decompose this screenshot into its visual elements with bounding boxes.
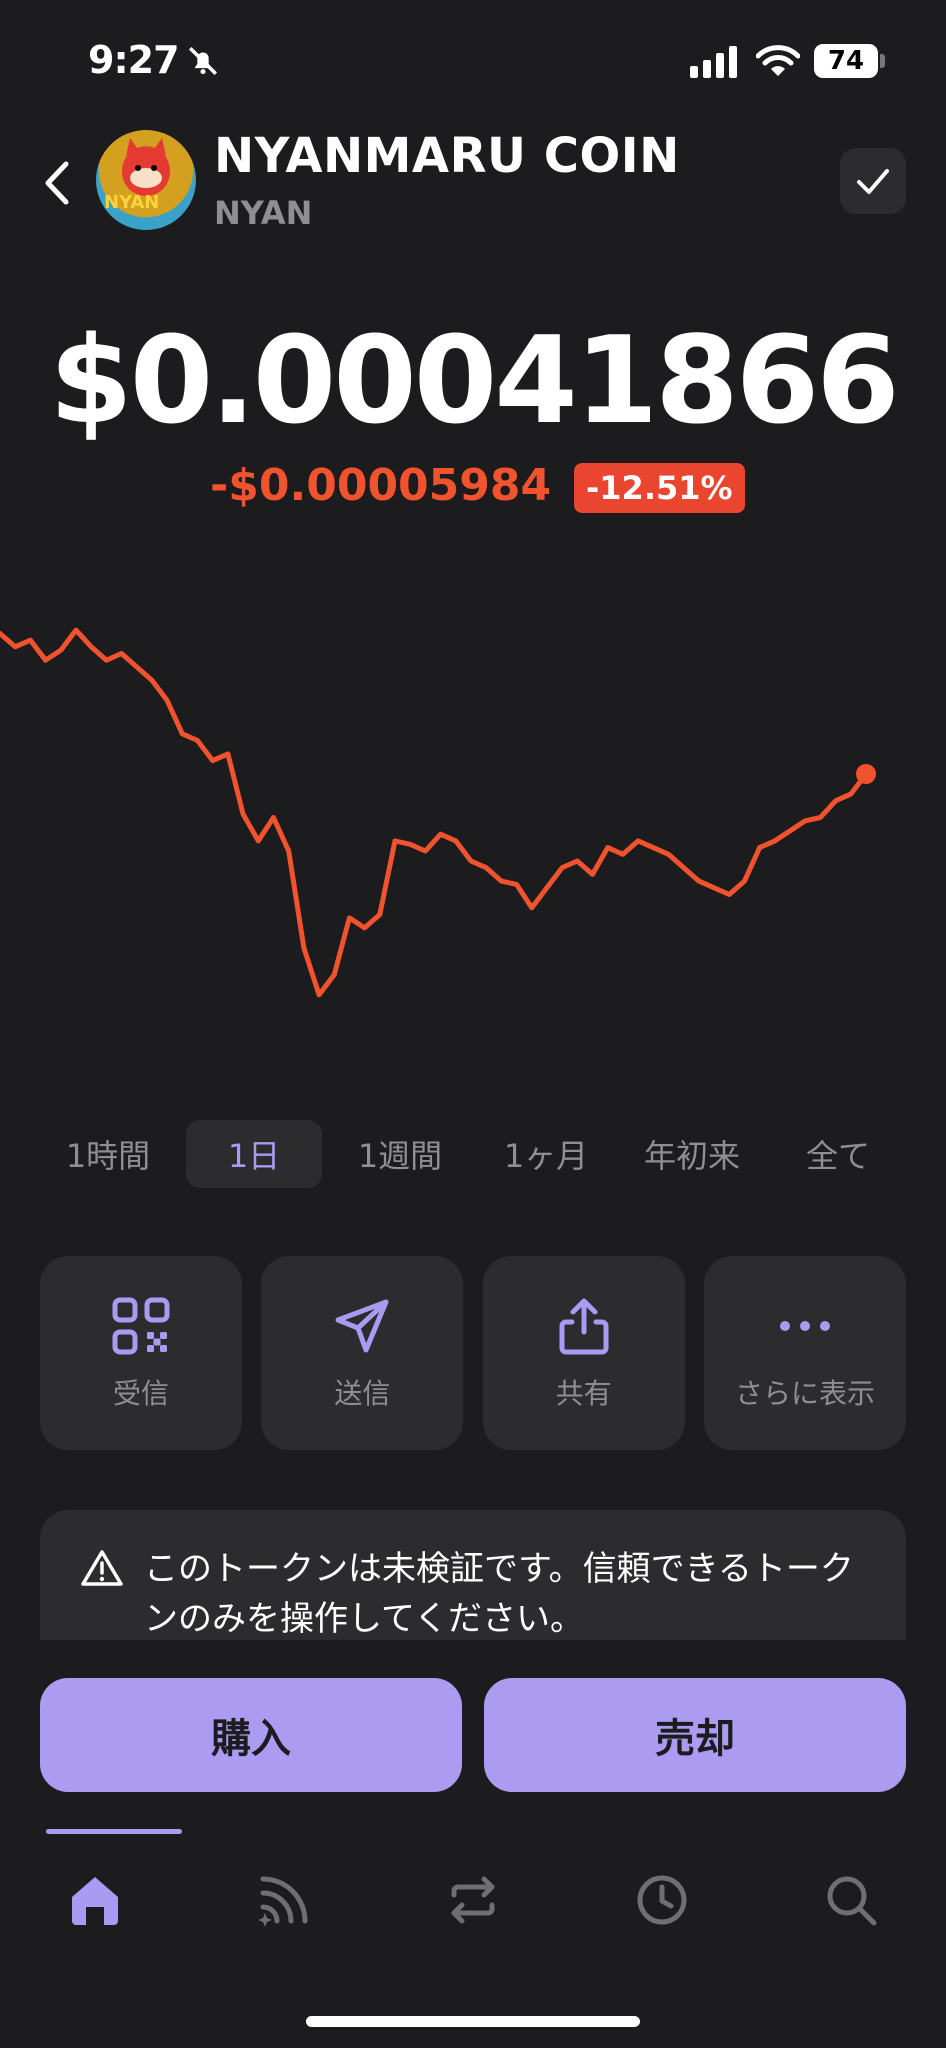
range-1h[interactable]: 1時間 [40,1120,176,1188]
range-1w[interactable]: 1週間 [332,1120,468,1188]
watchlist-check-button[interactable] [840,148,906,214]
battery-indicator: 74 [814,44,878,78]
home-indicator [306,2016,640,2027]
bottom-tab-bar [0,1860,946,1940]
tab-home[interactable] [55,1860,135,1940]
clock-icon [637,1875,687,1925]
active-tab-indicator [46,1829,182,1834]
token-name: NYANMARU COIN [214,128,680,184]
buy-button[interactable]: 購入 [40,1678,462,1792]
send-button[interactable]: 送信 [261,1256,464,1450]
range-1m[interactable]: 1ヶ月 [478,1120,614,1188]
bell-muted-icon [188,46,218,76]
tab-feed[interactable] [244,1860,324,1940]
check-icon [857,169,889,194]
range-all[interactable]: 全て [770,1120,906,1188]
status-time: 9:27 [88,38,180,82]
back-chevron-icon[interactable] [40,158,74,208]
range-1d[interactable]: 1日 [186,1120,322,1188]
trade-buttons: 購入 売却 [40,1678,906,1792]
price-change: -$0.00005984 [210,460,552,511]
token-avatar [96,130,196,230]
warning-text: このトークンは未検証です。信頼できるトークンのみを操作してください。 [144,1549,854,1639]
receive-label: 受信 [112,1377,169,1410]
token-price: $0.00041866 [49,312,900,451]
price-chart[interactable] [0,580,946,1050]
tab-swap[interactable] [433,1860,513,1940]
receive-button[interactable]: 受信 [40,1256,242,1450]
more-dots-icon [779,1321,830,1331]
swap-arrows-icon [451,1876,495,1924]
cat-mascot-icon [122,138,170,196]
send-paper-plane-icon [335,1299,389,1353]
feed-sparkle-icon [257,1876,308,1927]
qr-code-icon [112,1297,170,1355]
share-button[interactable]: 共有 [482,1256,685,1450]
price-series-line [0,627,869,998]
send-label: 送信 [334,1377,391,1410]
warning-triangle-icon [81,1550,123,1586]
share-icon [559,1298,609,1355]
more-label: さらに表示 [734,1377,875,1410]
token-symbol: NYAN [214,194,313,232]
sell-button[interactable]: 売却 [484,1678,906,1792]
signal-icon [690,46,737,78]
action-row: 受信 送信 共有 さらに表示 [40,1256,906,1450]
current-price-point [856,764,876,784]
unverified-token-warning: このトークンは未検証です。信頼できるトークンのみを操作してください。 [40,1510,906,1640]
tab-history[interactable] [622,1860,702,1940]
search-icon [827,1876,877,1926]
avatar-logo-text: NYAN [104,192,160,213]
wifi-icon [756,45,800,76]
share-label: 共有 [555,1377,612,1410]
battery-tip [880,54,885,68]
tab-search[interactable] [811,1860,891,1940]
home-icon [71,1877,118,1925]
more-button[interactable]: さらに表示 [703,1256,906,1450]
time-range-selector: 1時間 1日 1週間 1ヶ月 年初来 全て [40,1120,906,1188]
price-change-percent-badge: -12.51% [574,463,745,513]
range-ytd[interactable]: 年初来 [624,1120,760,1188]
